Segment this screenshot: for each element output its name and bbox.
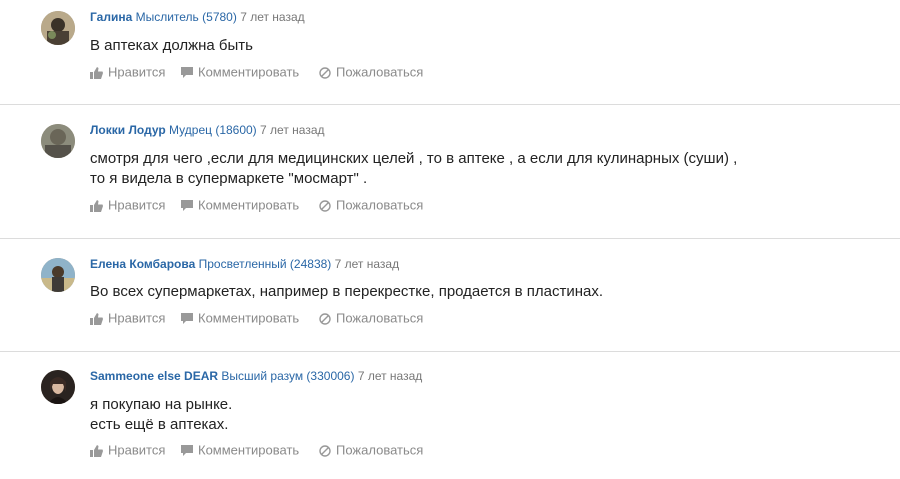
report-button[interactable]: Пожаловаться [319, 310, 423, 327]
answer-separator [0, 238, 900, 239]
answer-text: я покупаю на рынке. есть ещё в аптеках. [90, 395, 232, 435]
author-name[interactable]: Локки Лодур [90, 123, 166, 137]
comment-icon [181, 200, 193, 212]
author-name[interactable]: Елена Комбарова [90, 257, 195, 271]
answer-time: 7 лет назад [357, 369, 423, 383]
like-label: Нравится [108, 197, 166, 213]
avatar[interactable] [41, 11, 75, 45]
comment-label: Комментировать [198, 310, 300, 326]
answer-text-line: смотря для чего ,если для медицинских це… [90, 150, 738, 167]
answer-meta: Галина Мыслитель (5780) 7 лет назад [90, 10, 305, 24]
answer-text: Во всех супермаркетах, например в перекр… [90, 282, 603, 302]
like-button[interactable]: Нравится [90, 197, 165, 214]
like-button[interactable]: Нравится [90, 442, 165, 459]
comment-icon [181, 313, 193, 325]
author-rank[interactable]: Мудрец (18600) [169, 123, 257, 137]
avatar[interactable] [41, 258, 75, 292]
author-rank[interactable]: Мыслитель (5780) [136, 10, 237, 24]
report-label: Пожаловаться [336, 442, 424, 458]
like-label: Нравится [108, 310, 166, 326]
report-label: Пожаловаться [336, 197, 424, 213]
answer-text-line: В аптеках должна быть [90, 37, 253, 54]
answer-separator [0, 104, 900, 105]
comment-label: Комментировать [198, 197, 300, 213]
answer-meta: Локки Лодур Мудрец (18600) 7 лет назад [90, 123, 325, 137]
comment-button[interactable]: Комментировать [181, 197, 299, 214]
report-button[interactable]: Пожаловаться [319, 442, 423, 459]
like-button[interactable]: Нравится [90, 64, 165, 81]
report-label: Пожаловаться [336, 310, 424, 326]
comment-label: Комментировать [198, 64, 300, 80]
block-icon [319, 66, 331, 79]
comment-label: Комментировать [198, 442, 300, 458]
author-rank[interactable]: Высший разум (330006) [221, 369, 354, 383]
like-label: Нравится [108, 442, 166, 458]
like-label: Нравится [108, 64, 166, 80]
answer-time: 7 лет назад [334, 257, 400, 271]
answer-time: 7 лет назад [260, 123, 325, 137]
block-icon [319, 444, 331, 457]
thumbs-up-icon [90, 312, 103, 325]
answer-text-line: есть ещё в аптеках. [90, 416, 229, 433]
comment-button[interactable]: Комментировать [181, 64, 299, 81]
answer-time: 7 лет назад [240, 10, 305, 24]
answer-text: В аптеках должна быть [90, 36, 253, 56]
author-name[interactable]: Sammeone else DEAR [90, 369, 218, 383]
comment-icon [181, 67, 193, 79]
avatar[interactable] [41, 124, 75, 158]
answer-text: смотря для чего ,если для медицинских це… [90, 149, 737, 189]
report-button[interactable]: Пожаловаться [319, 197, 423, 214]
comment-button[interactable]: Комментировать [181, 310, 299, 327]
report-button[interactable]: Пожаловаться [319, 64, 423, 81]
answer-text-line: то я видела в супермаркете "мосмарт" . [90, 170, 368, 187]
answer-text-line: Во всех супермаркетах, например в перекр… [90, 283, 604, 300]
avatar[interactable] [41, 370, 75, 404]
report-label: Пожаловаться [336, 64, 424, 80]
comment-icon [181, 445, 193, 457]
block-icon [319, 199, 331, 212]
answer-separator [0, 351, 900, 352]
answer-meta: Елена Комбарова Просветленный (24838) 7 … [90, 257, 399, 271]
thumbs-up-icon [90, 199, 103, 212]
like-button[interactable]: Нравится [90, 310, 165, 327]
block-icon [319, 312, 331, 325]
answer-meta: Sammeone else DEAR Высший разум (330006)… [90, 369, 422, 383]
comment-button[interactable]: Комментировать [181, 442, 299, 459]
answer-text-line: я покупаю на рынке. [90, 396, 233, 413]
author-name[interactable]: Галина [90, 10, 132, 24]
thumbs-up-icon [90, 66, 103, 79]
thumbs-up-icon [90, 444, 103, 457]
author-rank[interactable]: Просветленный (24838) [199, 257, 332, 271]
